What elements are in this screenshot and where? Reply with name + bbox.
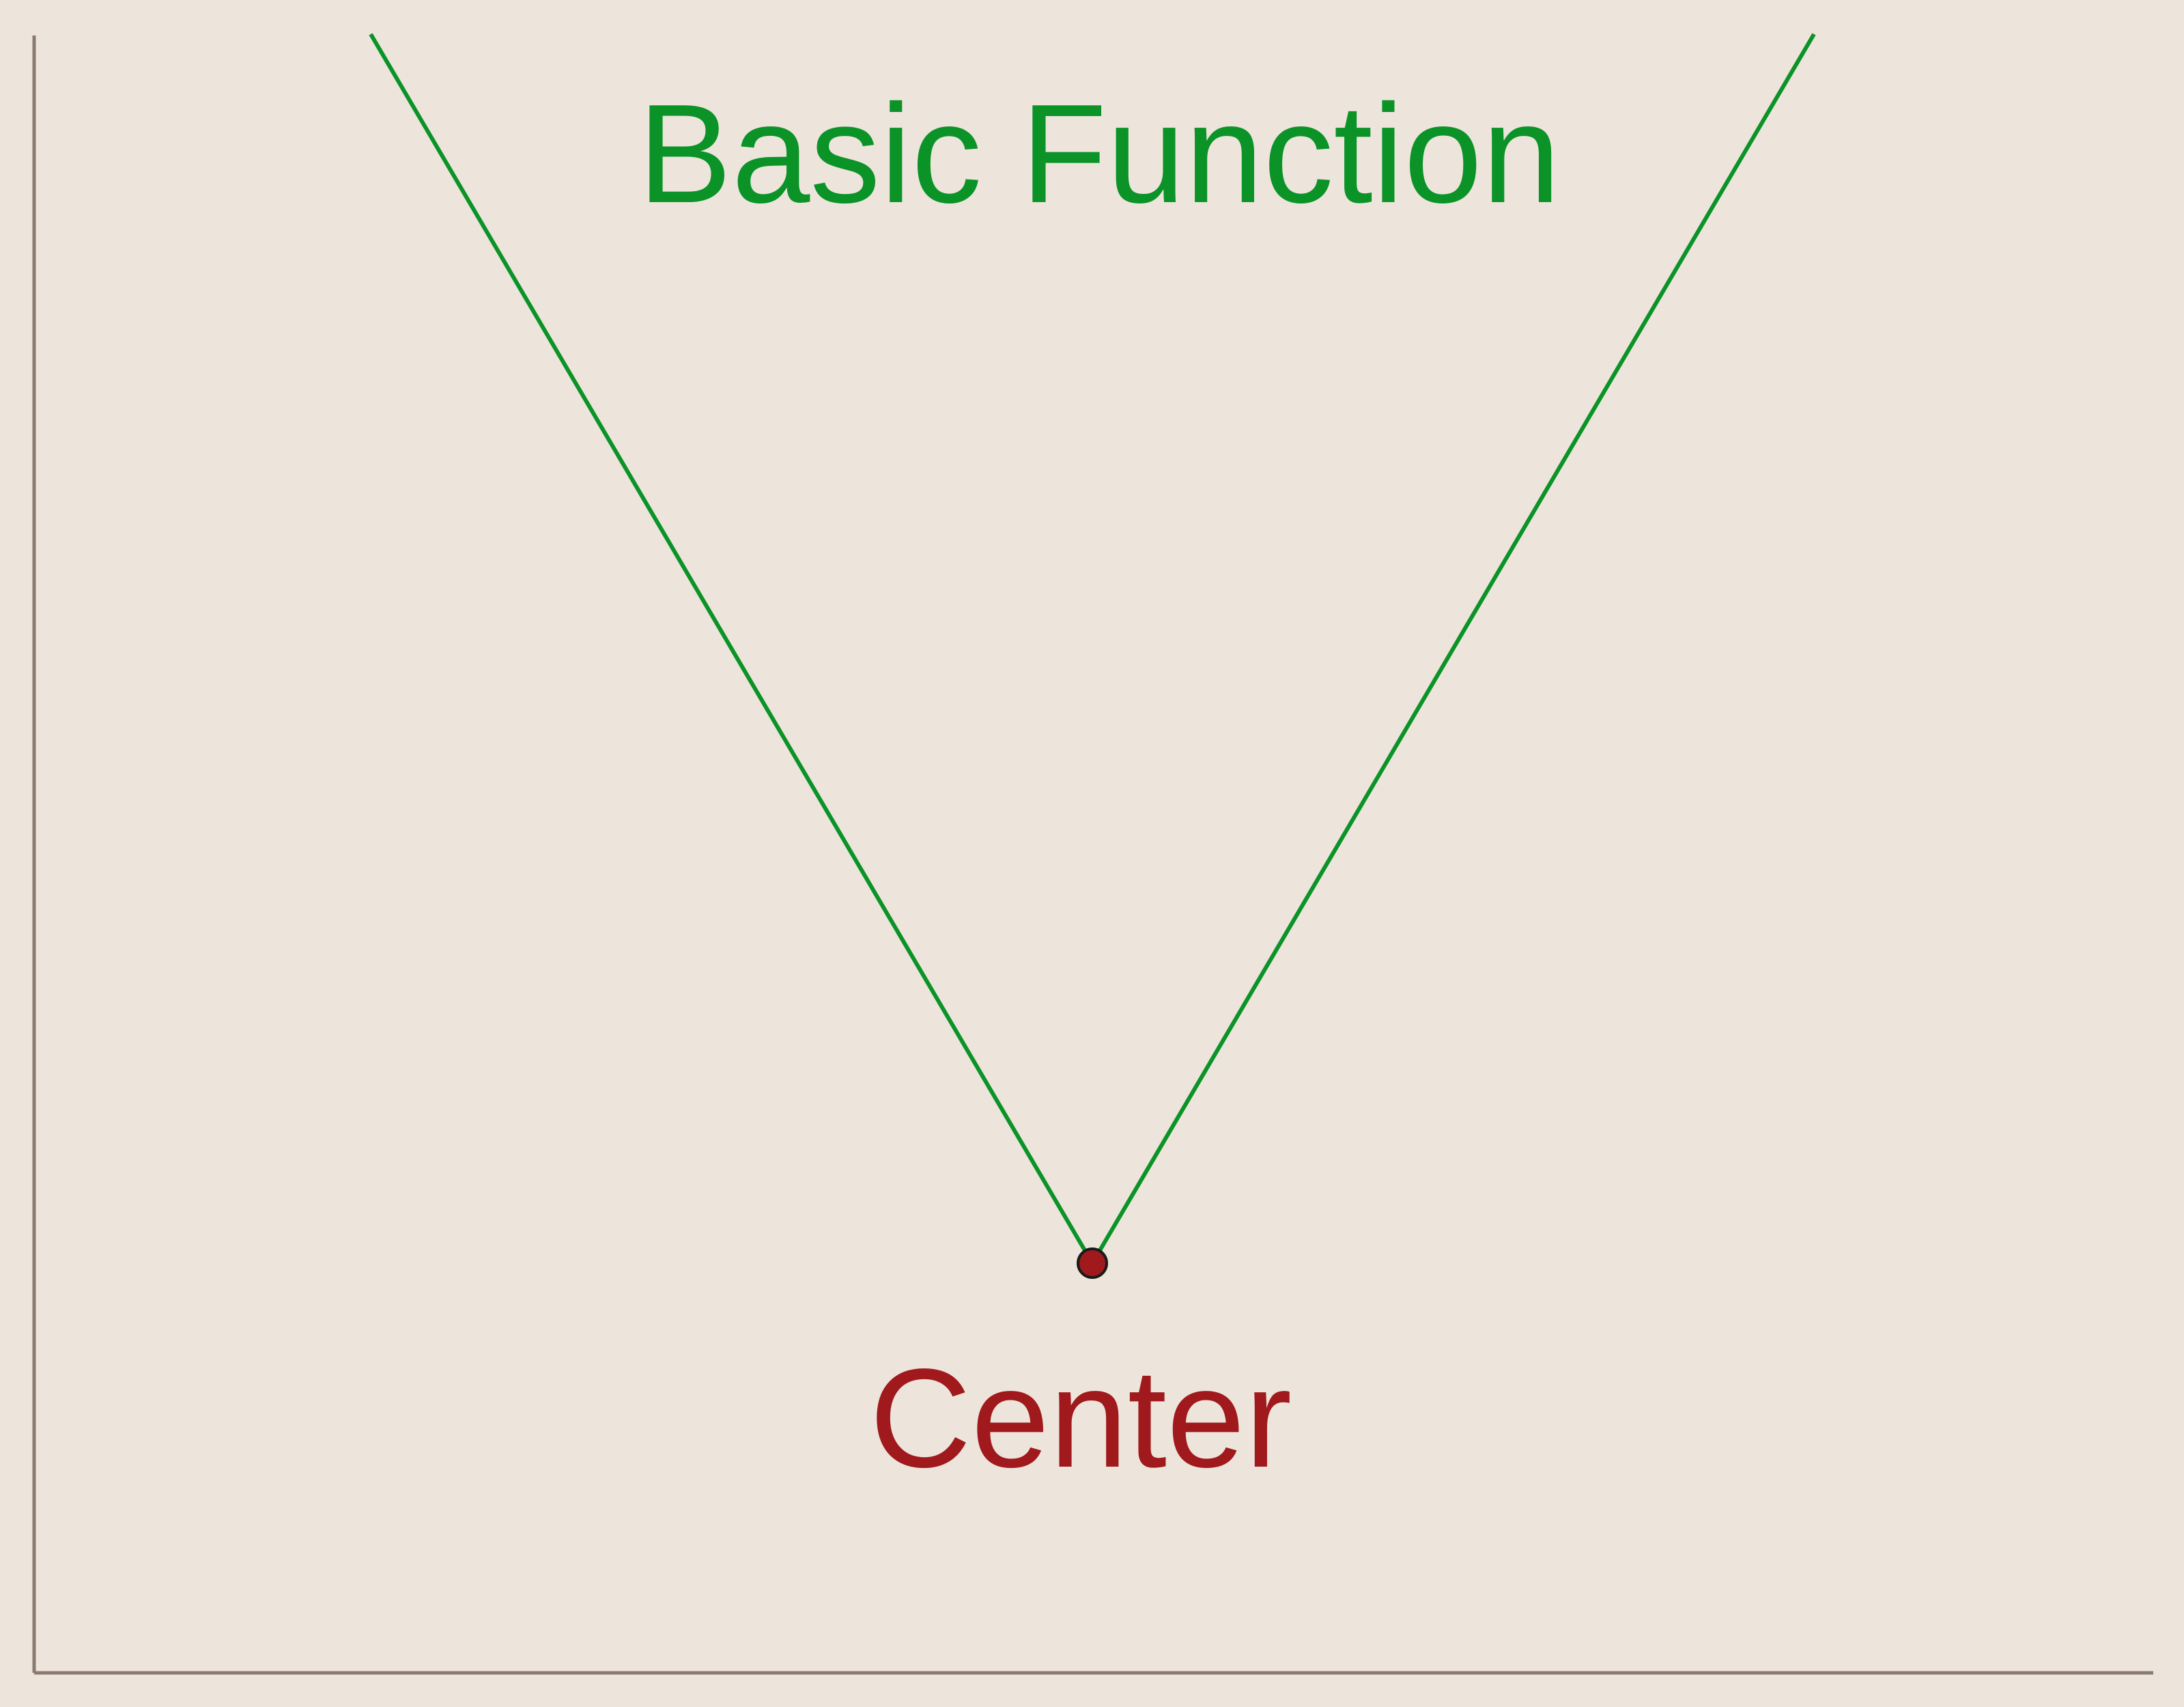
vertex-point xyxy=(1077,1247,1108,1279)
diagram-canvas: Basic Function Center xyxy=(0,0,2184,1707)
vertex-label: Center xyxy=(870,1340,1292,1497)
diagram-svg: Basic Function Center xyxy=(32,33,2153,1675)
title-label: Basic Function xyxy=(638,75,1560,232)
